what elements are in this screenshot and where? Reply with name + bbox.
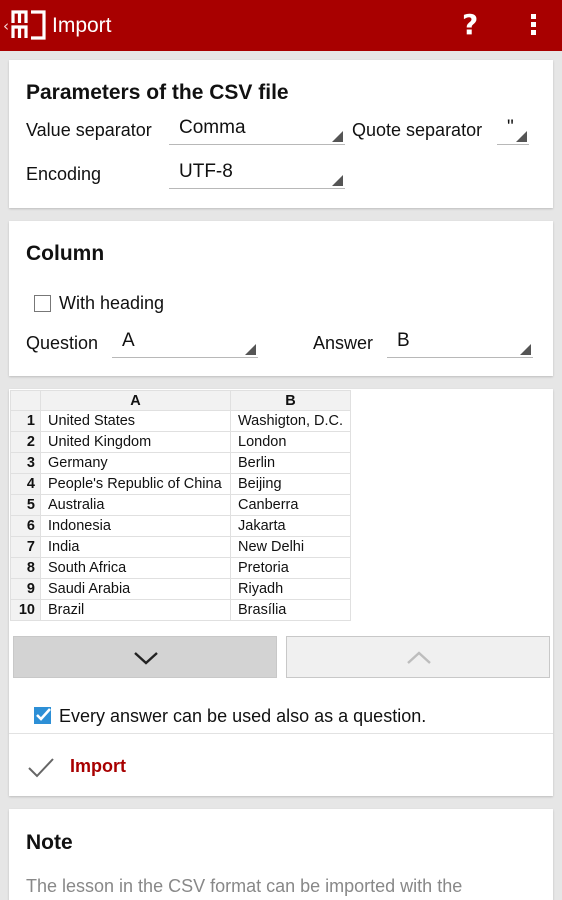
answer-cell: Beijing — [229, 473, 352, 495]
answer-cell: New Delhi — [229, 536, 352, 558]
table-row: 6 Indonesia Jakarta — [10, 515, 352, 537]
answer-column-value: B — [397, 330, 410, 351]
table-row: 9 Saudi Arabia Riyadh — [10, 578, 352, 600]
question-cell: United States — [40, 410, 231, 432]
question-cell: People's Republic of China — [40, 473, 231, 495]
bidirectional-checkbox[interactable] — [34, 707, 51, 724]
table-corner-cell — [10, 390, 41, 411]
row-index: 3 — [10, 452, 41, 474]
table-row: 4 People's Republic of China Beijing — [10, 473, 352, 495]
row-index: 8 — [10, 557, 41, 579]
answer-cell: Berlin — [229, 452, 352, 474]
chevron-up-icon — [407, 651, 431, 664]
question-cell: Brazil — [40, 599, 231, 621]
row-index: 7 — [10, 536, 41, 558]
answer-cell: Pretoria — [229, 557, 352, 579]
csv-preview-table: A B 1 United States Washigton, D.C. 2 Unite… — [10, 390, 352, 621]
question-cell: India — [40, 536, 231, 558]
chevron-down-icon — [134, 652, 158, 665]
answer-cell: Washigton, D.C. — [229, 410, 352, 432]
help-icon[interactable]: ? — [462, 8, 478, 41]
column-header-b: B — [229, 390, 352, 411]
checkmark-icon — [36, 708, 51, 721]
with-heading-checkbox[interactable] — [34, 295, 51, 312]
column-card: Column With heading Question A Answer B — [9, 221, 553, 376]
question-cell: Saudi Arabia — [40, 578, 231, 600]
back-chevron-icon[interactable]: ‹ — [3, 17, 9, 35]
dropdown-triangle-icon — [516, 131, 527, 142]
row-index: 10 — [10, 599, 41, 621]
bidirectional-label: Every answer can be used also as a quest… — [59, 706, 427, 726]
value-separator-label: Value separator — [26, 120, 152, 140]
answer-cell: London — [229, 431, 352, 453]
row-index: 2 — [10, 431, 41, 453]
import-button-label: Import — [70, 756, 126, 776]
table-row: 2 United Kingdom London — [10, 431, 352, 453]
table-row: 8 South Africa Pretoria — [10, 557, 352, 579]
page-title: Import — [52, 14, 112, 37]
note-title: Note — [26, 831, 73, 854]
with-heading-label: With heading — [59, 293, 165, 313]
app-bar: ‹ Import ? — [0, 0, 562, 51]
row-index: 9 — [10, 578, 41, 600]
value-separator-select[interactable]: Comma — [169, 117, 345, 145]
question-cell: Australia — [40, 494, 231, 516]
quote-separator-value: " — [507, 117, 514, 138]
encoding-select[interactable]: UTF-8 — [169, 161, 345, 189]
answer-cell: Riyadh — [229, 578, 352, 600]
import-button[interactable]: Import — [25, 753, 165, 783]
question-cell: Indonesia — [40, 515, 231, 537]
row-index: 4 — [10, 473, 41, 495]
column-title: Column — [26, 242, 105, 265]
csv-parameters-title: Parameters of the CSV file — [26, 81, 289, 104]
quote-separator-label: Quote separator — [352, 120, 483, 140]
question-column-label: Question — [26, 333, 99, 353]
overflow-menu-icon[interactable] — [526, 14, 540, 36]
row-index: 1 — [10, 410, 41, 432]
dropdown-triangle-icon — [332, 131, 343, 142]
row-index: 6 — [10, 515, 41, 537]
answer-cell: Canberra — [229, 494, 352, 516]
question-cell: South Africa — [40, 557, 231, 579]
encoding-label: Encoding — [26, 164, 102, 184]
table-header-row: A B — [10, 390, 352, 411]
answer-column-label: Answer — [313, 333, 374, 353]
note-text: The lesson in the CSV format can be impo… — [26, 876, 463, 896]
table-row: 5 Australia Canberra — [10, 494, 352, 516]
check-icon — [28, 758, 54, 778]
question-column-select[interactable]: A — [112, 330, 258, 358]
question-column-value: A — [122, 330, 135, 351]
dropdown-triangle-icon — [245, 344, 256, 355]
dropdown-triangle-icon — [520, 344, 531, 355]
table-row: 3 Germany Berlin — [10, 452, 352, 474]
table-row: 7 India New Delhi — [10, 536, 352, 558]
question-cell: Germany — [40, 452, 231, 474]
answer-cell: Jakarta — [229, 515, 352, 537]
answer-column-select[interactable]: B — [387, 330, 533, 358]
memorize-logo-icon[interactable] — [11, 9, 47, 41]
csv-parameters-card: Parameters of the CSV file Value separat… — [9, 60, 553, 208]
scroll-down-button[interactable] — [13, 636, 277, 678]
table-row: 1 United States Washigton, D.C. — [10, 410, 352, 432]
column-header-a: A — [40, 390, 231, 411]
divider — [9, 733, 553, 734]
scroll-up-button[interactable] — [286, 636, 550, 678]
question-cell: United Kingdom — [40, 431, 231, 453]
quote-separator-select[interactable]: " — [497, 117, 529, 145]
value-separator-value: Comma — [179, 117, 246, 138]
dropdown-triangle-icon — [332, 175, 343, 186]
encoding-value: UTF-8 — [179, 161, 233, 182]
answer-cell: Brasília — [229, 599, 352, 621]
table-row: 10 Brazil Brasília — [10, 599, 352, 621]
row-index: 5 — [10, 494, 41, 516]
